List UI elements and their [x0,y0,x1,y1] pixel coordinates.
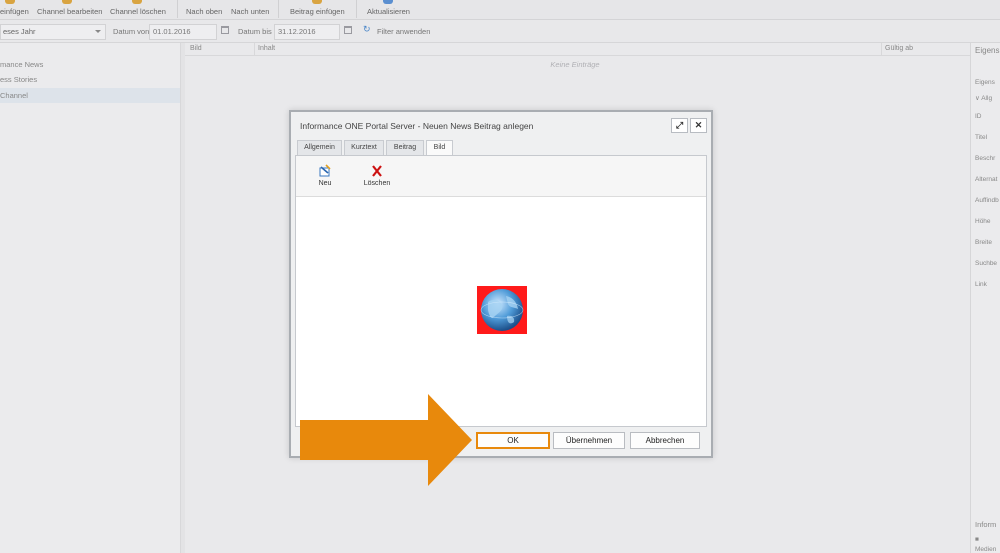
refresh-icon [383,0,393,4]
column-divider [254,43,255,55]
properties-panel: Eigens Eigens ∨ Allg ID Titel Beschr Alt… [970,43,1000,553]
date-from-value: 01.01.2016 [153,27,191,36]
info-panel-title: Inform [975,520,997,529]
tree-item-label: Channel [0,91,28,100]
period-select-value: eses Jahr [3,27,36,36]
maximize-button[interactable]: ⤢ [671,118,688,133]
folder-icon: ■ [975,536,979,543]
delete-x-icon [372,165,382,177]
add-icon [5,0,15,4]
refresh-icon: ↻ [363,24,371,34]
move-down-button[interactable]: Nach unten [231,7,269,16]
new-image-icon [319,164,331,177]
calendar-icon[interactable] [221,26,229,34]
new-image-label: Neu [318,180,332,187]
tree-item-selected[interactable]: Channel [0,88,180,103]
chevron-down-icon[interactable] [95,30,101,33]
list-header: Bild Inhalt Gültig ab [185,43,970,56]
image-toolbar: Neu Löschen [296,156,706,197]
date-to-input[interactable]: 31.12.2016 [274,24,340,40]
properties-group[interactable]: ∨ Allg [975,94,992,102]
media-label: Medien [975,546,997,553]
ok-button[interactable]: OK [476,432,550,449]
panel-splitter[interactable] [181,43,185,553]
tree-item[interactable]: mance News [0,57,180,72]
property-label: Alternat [975,176,998,183]
delete-image-label: Löschen [363,180,391,187]
column-header-content[interactable]: Inhalt [258,45,275,52]
toolbar-separator [177,0,178,18]
column-header-valid-from[interactable]: Gültig ab [885,45,913,52]
close-icon: ✕ [694,120,703,130]
date-to-label: Datum bis [238,27,272,36]
edit-icon [62,0,72,4]
edit-channel-button[interactable]: Channel bearbeiten [37,7,102,16]
move-up-button[interactable]: Nach oben [186,7,222,16]
delete-channel-button[interactable]: Channel löschen [110,7,166,16]
toolbar-separator [278,0,279,18]
dialog-title: Informance ONE Portal Server - Neuen New… [300,121,534,131]
date-from-input[interactable]: 01.01.2016 [149,24,217,40]
apply-button[interactable]: Übernehmen [553,432,625,449]
property-label: Höhe [975,218,991,225]
empty-list-message: Keine Einträge [550,60,600,69]
tab-general[interactable]: Allgemein [297,140,342,155]
maximize-icon: ⤢ [675,120,684,130]
delete-icon [132,0,142,4]
period-select[interactable]: eses Jahr [0,24,106,40]
tree-item-label: ess Stories [0,75,38,84]
property-label: Suchbe [975,260,998,267]
delete-image-button[interactable]: Löschen [360,164,394,187]
close-button[interactable]: ✕ [690,118,707,133]
insert-channel-button[interactable]: einfügen [0,7,29,16]
tab-post[interactable]: Beitrag [386,140,424,155]
filter-bar: eses Jahr Datum von 01.01.2016 Datum bis… [0,20,1000,43]
column-divider [881,43,882,55]
main-toolbar: einfügen Channel bearbeiten Channel lösc… [0,0,1000,20]
date-from-label: Datum von [113,27,150,36]
tree-item[interactable]: ess Stories [0,72,180,87]
properties-group-label: Allg [981,95,993,102]
channel-tree: mance News ess Stories Channel [0,43,181,553]
property-label: Auffindb [975,197,999,204]
properties-subtitle: Eigens [975,79,995,86]
new-image-button[interactable]: Neu [314,164,336,187]
date-to-value: 31.12.2016 [278,27,316,36]
cancel-button[interactable]: Abbrechen [630,432,700,449]
property-label: Breite [975,239,992,246]
property-label: Link [975,281,987,288]
column-header-image[interactable]: Bild [190,45,202,52]
property-label: Titel [975,134,988,141]
calendar-icon[interactable] [344,26,352,34]
tab-short-text[interactable]: Kurztext [344,140,384,155]
apply-filter-button[interactable]: Filter anwenden [377,27,430,36]
tab-image[interactable]: Bild [426,140,453,156]
property-label: ID [975,113,982,120]
add-post-icon [312,0,322,4]
insert-post-button[interactable]: Beitrag einfügen [290,7,345,16]
globe-icon [480,289,524,331]
toolbar-separator [356,0,357,18]
tree-item-label: mance News [0,60,44,69]
image-tab-panel: Neu Löschen [295,155,707,427]
property-label: Beschr [975,155,996,162]
properties-title: Eigens [975,46,1000,55]
refresh-button[interactable]: Aktualisieren [367,7,410,16]
highlight-arrow-icon [300,394,472,486]
image-thumbnail[interactable] [477,286,527,334]
